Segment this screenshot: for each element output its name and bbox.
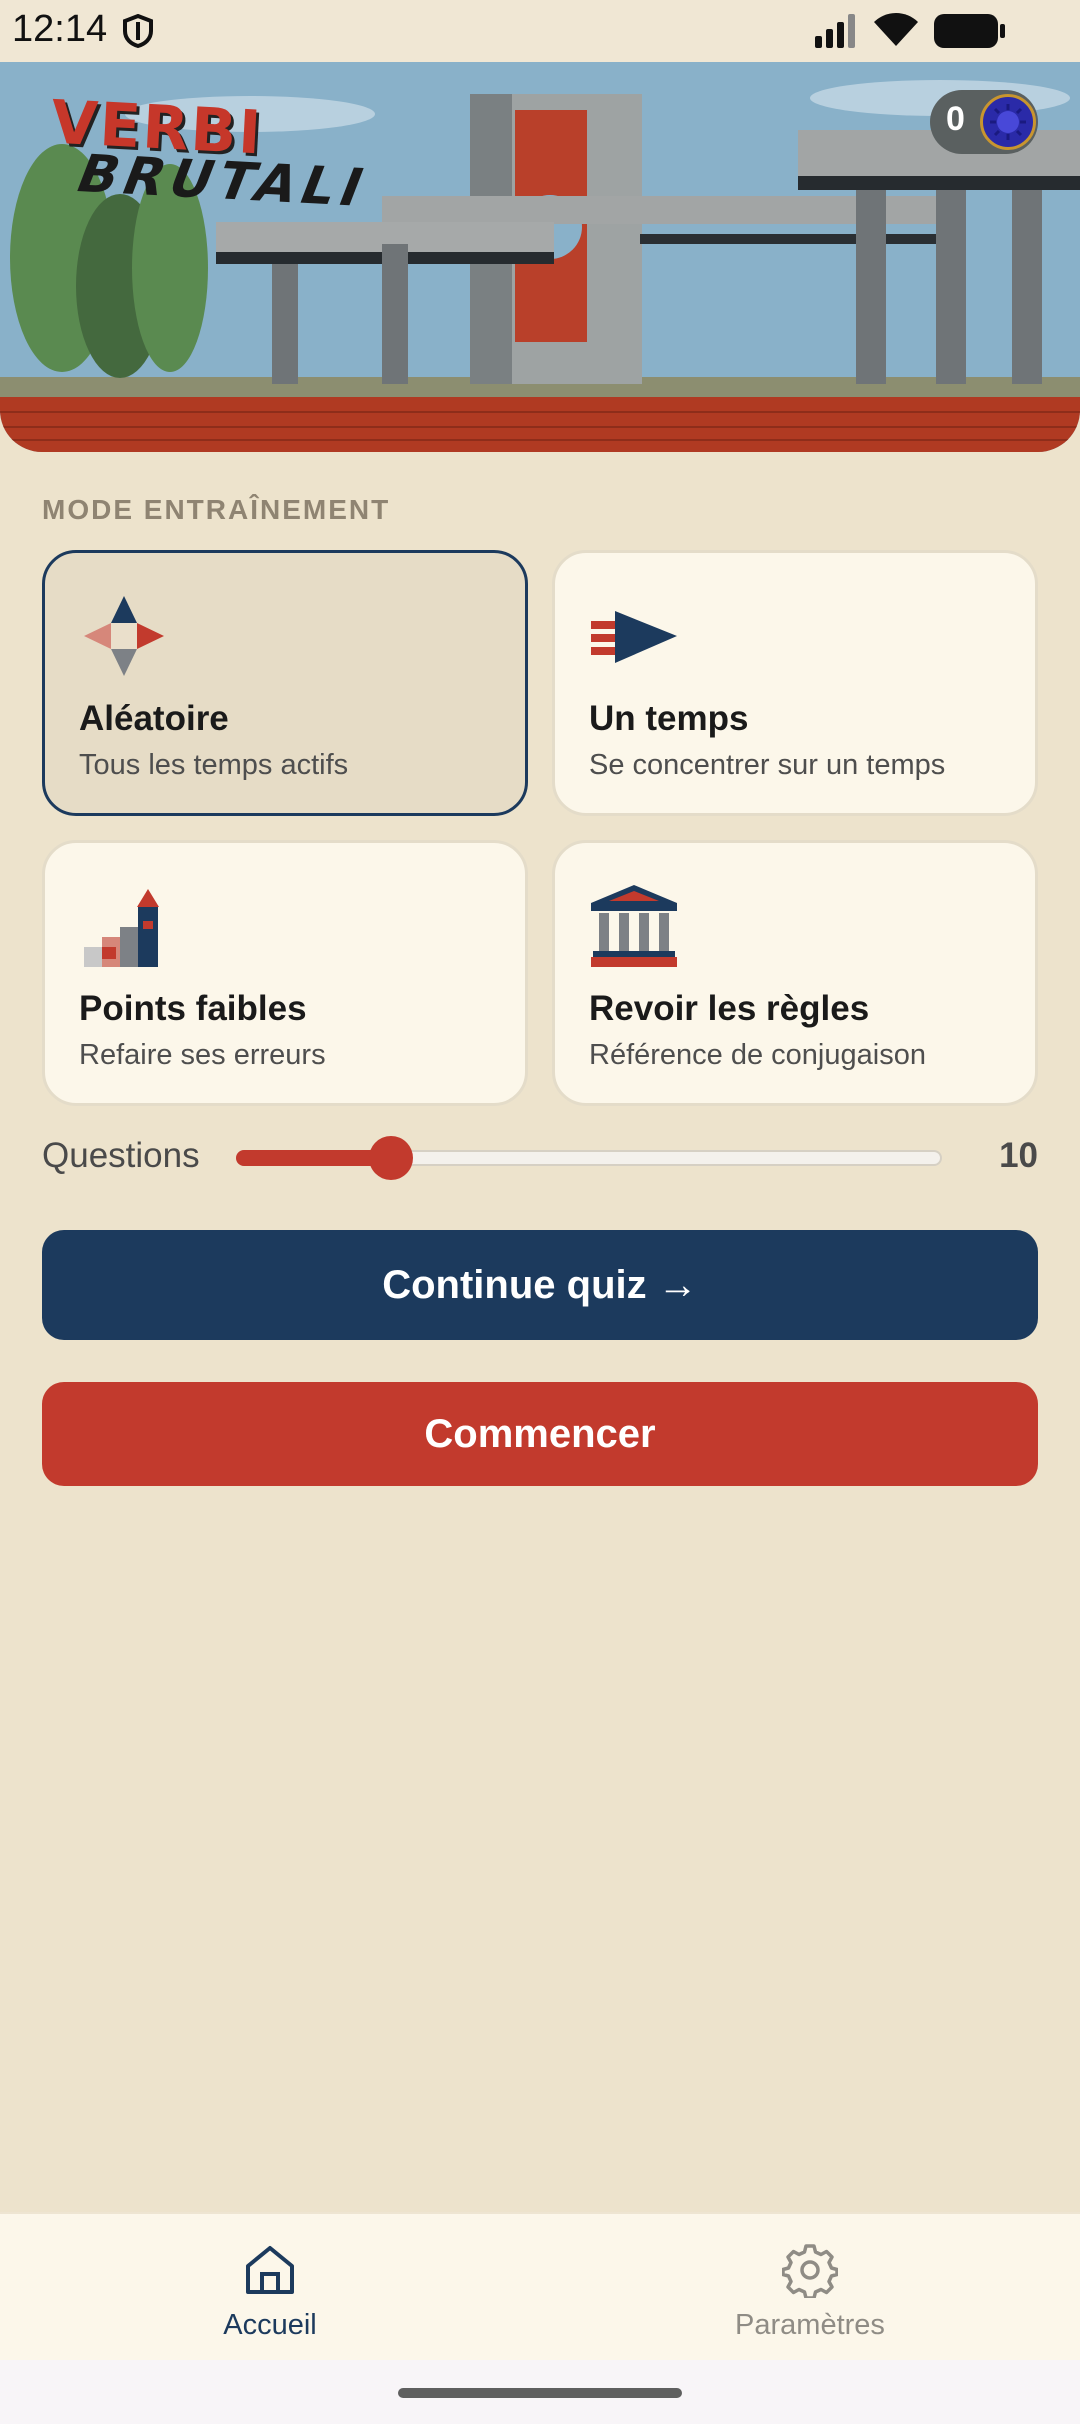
home-gesture-bar[interactable] <box>398 2388 682 2398</box>
mode-title: Aléatoire <box>79 699 229 738</box>
coin-count: 0 <box>946 100 965 138</box>
coin-counter[interactable]: 0 <box>930 90 1038 154</box>
mode-card-single-tense[interactable]: Un temps Se concentrer sur un temps <box>552 550 1038 816</box>
status-time: 12:14 <box>12 8 108 50</box>
nav-item-settings[interactable]: Paramètres <box>660 2242 960 2342</box>
mode-subtitle: Refaire ses erreurs <box>79 1039 326 1071</box>
section-label: MODE ENTRAÎNEMENT <box>42 494 391 525</box>
start-button[interactable]: Commencer <box>42 1382 1038 1486</box>
mode-card-review-rules[interactable]: Revoir les règles Référence de conjugais… <box>552 840 1038 1106</box>
shield-icon <box>122 13 154 53</box>
hero-banner: VERBI BRUTALI 0 <box>0 62 1080 452</box>
logo-line2: BRUTALI <box>67 144 378 219</box>
questions-slider[interactable] <box>236 1136 942 1180</box>
status-bar: 12:14 <box>0 0 1080 62</box>
questions-label: Questions <box>42 1136 200 1175</box>
gear-icon <box>660 2242 960 2303</box>
compass-icon <box>79 591 169 681</box>
mode-subtitle: Tous les temps actifs <box>79 749 349 781</box>
arrow-flag-icon <box>589 591 679 681</box>
wifi-icon <box>872 12 920 53</box>
mode-subtitle: Se concentrer sur un temps <box>589 749 946 781</box>
battery-icon <box>934 14 1006 53</box>
mode-card-random[interactable]: Aléatoire Tous les temps actifs <box>42 550 528 816</box>
nav-label-home: Accueil <box>223 2309 317 2341</box>
nav-item-home[interactable]: Accueil <box>120 2242 420 2342</box>
mode-subtitle: Référence de conjugaison <box>589 1039 926 1071</box>
gesture-area <box>0 2360 1080 2424</box>
home-icon <box>120 2242 420 2303</box>
app-logo: VERBI BRUTALI <box>48 88 377 219</box>
bottom-nav: Accueil Paramètres <box>0 2212 1080 2360</box>
continue-quiz-button[interactable]: Continue quiz → <box>42 1230 1038 1340</box>
mode-title: Un temps <box>589 699 749 738</box>
mode-title: Revoir les règles <box>589 989 870 1028</box>
nav-label-settings: Paramètres <box>735 2309 885 2341</box>
stairs-tower-icon <box>79 881 169 971</box>
temple-icon <box>589 881 679 971</box>
signal-icon <box>815 14 859 53</box>
mode-card-weak-points[interactable]: Points faibles Refaire ses erreurs <box>42 840 528 1106</box>
slider-fill <box>236 1150 391 1166</box>
slider-thumb[interactable] <box>369 1136 413 1180</box>
questions-value: 10 <box>999 1136 1038 1175</box>
coin-icon <box>980 94 1036 150</box>
mode-title: Points faibles <box>79 989 307 1028</box>
